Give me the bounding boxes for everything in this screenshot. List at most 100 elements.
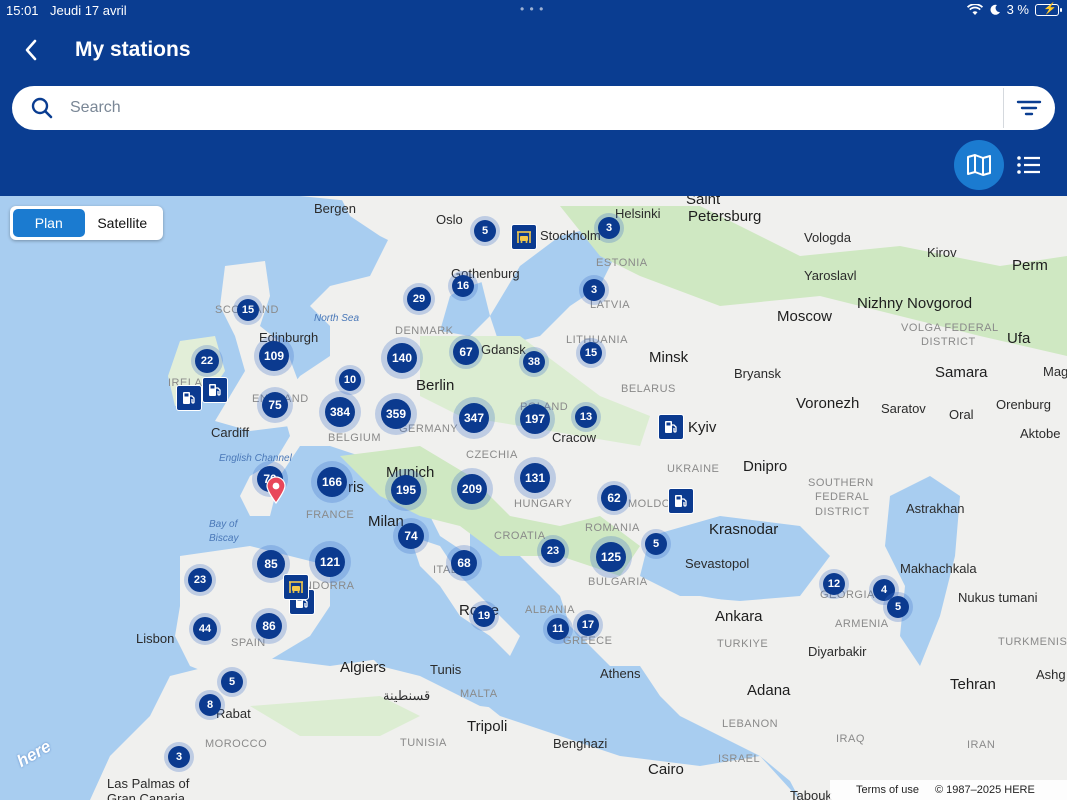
station-cluster[interactable]: 15 xyxy=(233,295,263,325)
station-cluster[interactable]: 125 xyxy=(590,536,632,578)
place-label: Ufa xyxy=(1007,330,1031,347)
station-cluster[interactable]: 15 xyxy=(576,338,606,368)
station-cluster[interactable]: 209 xyxy=(451,468,493,510)
region-label: MALTA xyxy=(460,688,498,700)
place-label: Astrakhan xyxy=(906,501,965,516)
region-label: DENMARK xyxy=(395,325,454,337)
wifi-icon xyxy=(966,3,983,15)
region-label: HUNGARY xyxy=(514,498,573,510)
list-view-button[interactable] xyxy=(1012,150,1046,180)
station-cluster[interactable]: 23 xyxy=(537,535,569,567)
station-cluster[interactable]: 131 xyxy=(514,457,556,499)
filter-icon[interactable] xyxy=(1016,96,1042,120)
cluster-count: 12 xyxy=(823,573,845,595)
region-label: LEBANON xyxy=(722,718,779,730)
place-label: Dnipro xyxy=(743,458,788,475)
place-label: Mag xyxy=(1043,364,1067,379)
station-cluster[interactable]: 3 xyxy=(594,213,624,243)
search-icon[interactable] xyxy=(30,96,54,120)
place-label: قسنطينة xyxy=(383,688,431,703)
place-label: Nizhny Novgorod xyxy=(857,295,973,312)
region-label: SOUTHERN xyxy=(808,477,874,489)
station-cluster[interactable]: 75 xyxy=(257,387,293,423)
place-label: Kyiv xyxy=(688,419,717,436)
station-cluster[interactable]: 121 xyxy=(309,541,351,583)
cluster-count: 10 xyxy=(339,369,361,391)
search-input[interactable] xyxy=(70,94,990,122)
station-cluster[interactable]: 11 xyxy=(543,614,573,644)
place-label: Cracow xyxy=(552,430,597,445)
station-cluster[interactable]: 5 xyxy=(470,216,500,246)
multitask-dots-icon[interactable]: • • • xyxy=(520,2,544,16)
place-label: Oral xyxy=(949,407,974,422)
place-label: Samara xyxy=(935,364,988,381)
region-label: MOROCCO xyxy=(205,738,268,750)
station-cluster[interactable]: 13 xyxy=(571,402,601,432)
station-cluster[interactable]: 19 xyxy=(469,601,499,631)
search-divider xyxy=(1003,88,1004,128)
satellite-toggle[interactable]: Satellite xyxy=(85,209,160,237)
cluster-count: 3 xyxy=(583,279,605,301)
map-icon xyxy=(967,154,991,176)
station-cluster[interactable]: 67 xyxy=(449,335,483,369)
map-area[interactable]: Plan Satellite Bergen Oslo Stockholm Hel… xyxy=(0,196,1067,800)
station-cluster[interactable]: 86 xyxy=(251,608,287,644)
location-pin-icon[interactable] xyxy=(265,476,287,504)
station-cluster[interactable]: 3 xyxy=(579,275,609,305)
region-label: TURKMENIST xyxy=(998,636,1067,648)
station-cluster[interactable]: 12 xyxy=(819,569,849,599)
station-cluster[interactable]: 109 xyxy=(254,336,294,376)
station-cluster[interactable]: 23 xyxy=(184,564,216,596)
car-wash-marker[interactable] xyxy=(283,574,309,600)
region-label: ALBANIA xyxy=(525,604,575,616)
station-cluster[interactable]: 17 xyxy=(573,610,603,640)
cluster-count: 62 xyxy=(601,485,627,511)
plan-toggle[interactable]: Plan xyxy=(13,209,85,237)
station-cluster[interactable]: 195 xyxy=(385,469,427,511)
place-label: Vologda xyxy=(804,230,851,245)
map-type-toggle: Plan Satellite xyxy=(10,206,163,240)
cluster-count: 5 xyxy=(645,533,667,555)
station-cluster[interactable]: 29 xyxy=(403,283,435,315)
station-cluster[interactable]: 62 xyxy=(597,481,631,515)
fuel-station-marker[interactable] xyxy=(658,414,684,440)
station-cluster[interactable]: 8 xyxy=(195,690,225,720)
car-wash-icon xyxy=(289,581,303,593)
region-label: FRANCE xyxy=(306,509,355,521)
car-wash-marker[interactable] xyxy=(511,224,537,250)
station-cluster[interactable]: 44 xyxy=(189,613,221,645)
station-cluster[interactable]: 38 xyxy=(519,347,549,377)
status-time: 15:01 xyxy=(6,3,39,18)
region-label: BULGARIA xyxy=(588,576,648,588)
place-label: Makhachkala xyxy=(900,561,977,576)
station-cluster[interactable]: 74 xyxy=(393,518,429,554)
sea-label: English Channel xyxy=(219,453,292,464)
station-cluster[interactable]: 16 xyxy=(448,271,478,301)
station-cluster[interactable]: 166 xyxy=(311,461,353,503)
station-cluster[interactable]: 3 xyxy=(164,742,194,772)
station-cluster[interactable]: 68 xyxy=(446,545,482,581)
station-cluster[interactable]: 5 xyxy=(883,592,913,622)
station-cluster[interactable]: 5 xyxy=(217,667,247,697)
fuel-station-marker[interactable] xyxy=(668,488,694,514)
terms-of-use-link[interactable]: Terms of use xyxy=(856,784,919,796)
station-cluster[interactable]: 359 xyxy=(375,393,417,435)
back-button[interactable] xyxy=(18,37,44,63)
place-label: Tripoli xyxy=(467,718,508,735)
place-label: Gdansk xyxy=(481,342,526,357)
place-label: Athens xyxy=(600,666,641,681)
station-cluster[interactable]: 5 xyxy=(641,529,671,559)
station-cluster[interactable]: 22 xyxy=(191,345,223,377)
fuel-station-marker[interactable] xyxy=(176,385,202,411)
place-label: Moscow xyxy=(777,308,833,325)
place-label: Cardiff xyxy=(211,425,250,440)
station-cluster[interactable]: 384 xyxy=(319,391,361,433)
station-cluster[interactable]: 197 xyxy=(515,399,555,439)
region-label: VOLGA FEDERAL xyxy=(901,322,999,334)
fuel-station-marker[interactable] xyxy=(202,377,228,403)
region-label: ESTONIA xyxy=(596,257,648,269)
station-cluster[interactable]: 140 xyxy=(381,337,423,379)
station-cluster[interactable]: 347 xyxy=(453,397,495,439)
map-view-button[interactable] xyxy=(954,140,1004,190)
place-label: Bryansk xyxy=(734,366,781,381)
